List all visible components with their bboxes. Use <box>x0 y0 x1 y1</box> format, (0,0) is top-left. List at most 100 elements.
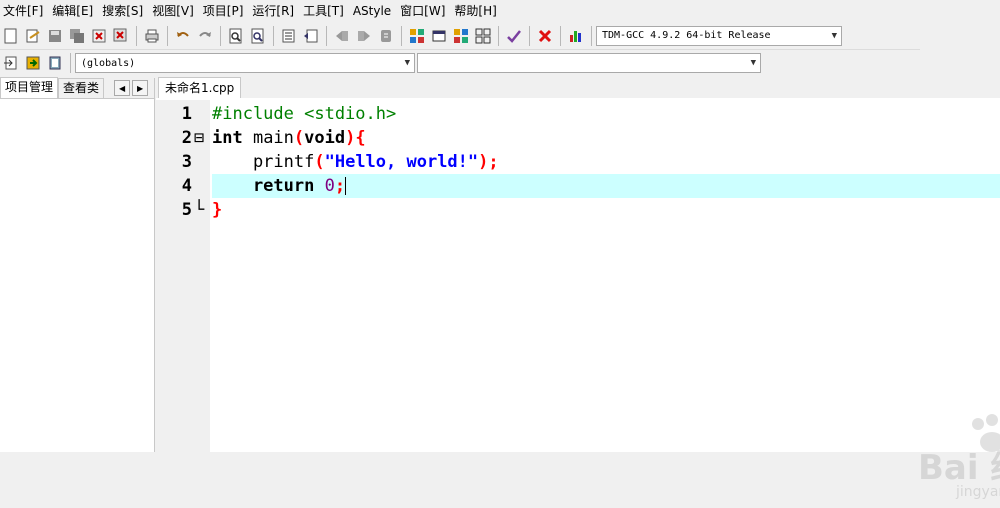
goto-forward-icon[interactable] <box>355 27 373 45</box>
new-file-icon[interactable] <box>2 27 20 45</box>
code-token: #include <stdio.h> <box>212 104 397 124</box>
left-panel: 项目管理 查看类 ◀ ▶ <box>0 77 155 452</box>
compiler-select[interactable]: TDM-GCC 4.9.2 64-bit Release ▼ <box>596 25 842 46</box>
toolbar-separator <box>167 25 168 46</box>
toolbar-separator <box>70 53 71 73</box>
secondary-toolbar: (globals) ▼ ▼ <box>0 50 776 76</box>
indent-icon[interactable] <box>280 27 298 45</box>
code-token: ) <box>345 128 356 148</box>
save-icon[interactable] <box>46 27 64 45</box>
code-line[interactable]: 2 ⊟ int main(void){ <box>182 126 1000 150</box>
syntax-check-icon[interactable] <box>505 27 523 45</box>
toolbar-separator <box>326 25 327 46</box>
code-token: return <box>212 176 315 196</box>
code-line[interactable]: 3 printf("Hello, world!"); <box>182 150 1000 174</box>
find-icon[interactable] <box>227 27 245 45</box>
toggle-uncomment-icon[interactable] <box>46 54 64 72</box>
editor-area: 未命名1.cpp 1 #include <stdio.h> 2 ⊟ int main(v… <box>156 77 1000 500</box>
menu-item[interactable]: 项目[P] <box>200 0 250 22</box>
compile-icon[interactable] <box>408 27 426 45</box>
menu-item[interactable]: 窗口[W] <box>397 0 451 22</box>
toggle-comment-icon[interactable] <box>24 54 42 72</box>
baidu-watermark: Bai 经验 jingyan.baidu.com <box>898 414 1000 508</box>
tab-project-manager[interactable]: 项目管理 <box>0 77 59 98</box>
code-token: 0 <box>324 176 335 196</box>
tab-scroll-left-icon[interactable]: ◀ <box>114 80 131 96</box>
run-icon[interactable] <box>430 27 448 45</box>
undo-icon[interactable] <box>174 27 192 45</box>
left-panel-tabs: 项目管理 查看类 ◀ ▶ <box>0 77 154 99</box>
menubar: 文件[F] 编辑[E] 搜索[S] 视图[V] 项目[P] 运行[R] 工具[T] AStyl… <box>0 0 1000 22</box>
code-token: main <box>242 128 294 148</box>
code-token: ); <box>478 152 499 172</box>
menu-item[interactable]: 视图[V] <box>149 0 200 22</box>
code-token: ( <box>293 128 305 148</box>
menu-item[interactable]: 工具[T] <box>300 0 350 22</box>
member-select[interactable]: ▼ <box>417 53 761 73</box>
rebuild-icon[interactable] <box>474 27 492 45</box>
toolbar-separator <box>591 25 592 46</box>
toolbar-separator <box>529 25 530 46</box>
globals-select-value: (globals) <box>81 57 136 69</box>
redo-icon[interactable] <box>196 27 214 45</box>
code-token: int <box>212 128 243 148</box>
toolbar-separator <box>560 25 561 46</box>
line-number: 4 <box>181 176 192 196</box>
fold-marker-icon[interactable]: ⊟ <box>194 126 204 150</box>
print-icon[interactable] <box>143 27 161 45</box>
chevron-down-icon: ▼ <box>404 58 410 68</box>
goto-back-icon[interactable] <box>333 27 351 45</box>
code-token: void <box>304 128 346 148</box>
code-token: ( <box>314 152 325 172</box>
close-all-icon[interactable] <box>112 27 130 45</box>
line-number: 2 <box>181 128 192 148</box>
bookmark-icon[interactable] <box>377 27 395 45</box>
open-file-icon[interactable] <box>24 27 42 45</box>
globals-select[interactable]: (globals) ▼ <box>75 53 415 73</box>
watermark-url: jingyan.baidu.com <box>956 484 1000 500</box>
compiler-select-value: TDM-GCC 4.9.2 64-bit Release <box>602 30 771 41</box>
text-caret <box>345 177 347 195</box>
watermark-text: Bai 经验 <box>918 448 1000 488</box>
insert-icon[interactable] <box>2 54 20 72</box>
code-token: ; <box>334 176 346 196</box>
close-file-icon[interactable] <box>90 27 108 45</box>
compile-run-icon[interactable] <box>452 27 470 45</box>
code-token: } <box>212 200 223 220</box>
toolbar-separator <box>498 25 499 46</box>
code-token: "Hello, world!" <box>324 152 479 172</box>
fold-marker-icon[interactable]: └ <box>194 198 204 222</box>
toolbar-separator <box>273 25 274 46</box>
tab-scroll-right-icon[interactable]: ▶ <box>132 80 149 96</box>
main-toolbar: TDM-GCC 4.9.2 64-bit Release ▼ <box>0 22 920 50</box>
menu-item[interactable]: 文件[F] <box>0 0 49 22</box>
menu-item[interactable]: 帮助[H] <box>451 0 502 22</box>
replace-icon[interactable] <box>249 27 267 45</box>
tab-class-browser[interactable]: 查看类 <box>58 78 105 98</box>
code-line[interactable]: 1 #include <stdio.h> <box>182 102 1000 126</box>
unindent-icon[interactable] <box>302 27 320 45</box>
code-line[interactable]: 4 return 0; <box>182 174 1000 198</box>
code-editor[interactable]: 1 #include <stdio.h> 2 ⊟ int main(void){3 pr… <box>182 102 1000 222</box>
code-token: { <box>355 128 366 148</box>
save-all-icon[interactable] <box>68 27 86 45</box>
line-number: 5 <box>181 200 192 220</box>
chevron-down-icon: ▼ <box>831 30 837 41</box>
chevron-down-icon: ▼ <box>750 58 756 68</box>
menu-item[interactable]: 编辑[E] <box>49 0 99 22</box>
code-token: printf <box>212 152 315 172</box>
code-line[interactable]: 5 └} <box>182 198 1000 222</box>
menu-item[interactable]: 搜索[S] <box>99 0 149 22</box>
toolbar-separator <box>136 25 137 46</box>
line-number: 1 <box>181 104 192 124</box>
chart-icon[interactable] <box>567 27 585 45</box>
toolbar-separator <box>401 25 402 46</box>
stop-icon[interactable] <box>536 27 554 45</box>
line-number: 3 <box>181 152 192 172</box>
menu-item[interactable]: 运行[R] <box>249 0 300 22</box>
toolbar-separator <box>220 25 221 46</box>
file-tab[interactable]: 未命名1.cpp <box>158 77 242 98</box>
project-tree[interactable] <box>0 99 154 452</box>
menu-item[interactable]: AStyle <box>350 0 397 22</box>
